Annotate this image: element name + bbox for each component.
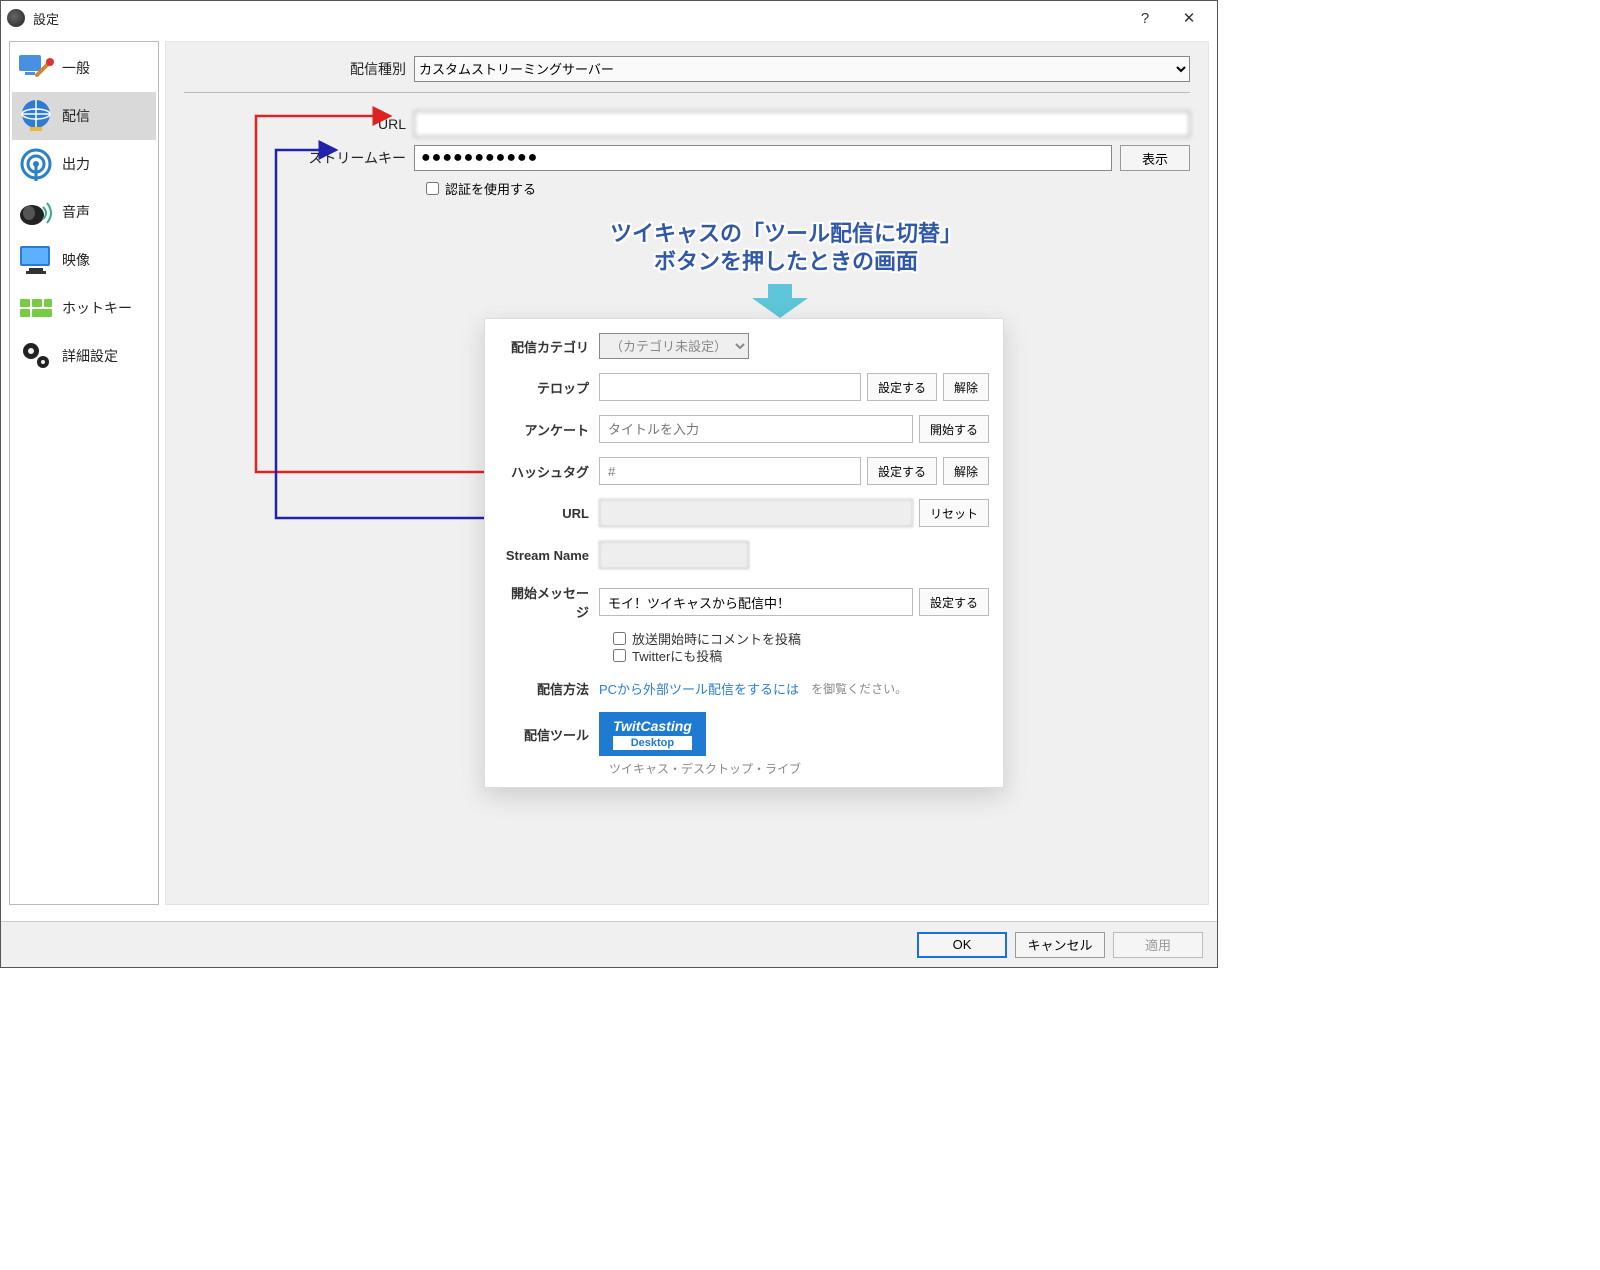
twc-url-label: URL (499, 506, 599, 521)
twc-hashtag-set-button[interactable]: 設定する (867, 457, 937, 485)
twc-poll-input[interactable] (599, 415, 913, 443)
help-button[interactable]: ? (1123, 3, 1167, 33)
twc-hashtag-input[interactable] (599, 457, 861, 485)
twc-telop-input[interactable] (599, 373, 861, 401)
twc-hashtag-clear-button[interactable]: 解除 (943, 457, 989, 485)
twc-post-twitter-label: Twitterにも投稿 (632, 646, 722, 665)
dialog-footer: OK キャンセル 適用 (1, 921, 1217, 967)
twitcasting-panel: 配信カテゴリ （カテゴリ未設定） テロップ 設定する 解除 アンケート 開始す (484, 318, 1004, 788)
antenna-icon (16, 144, 56, 184)
use-auth-label: 認証を使用する (445, 179, 536, 198)
sidebar-item-advanced[interactable]: 詳細設定 (12, 332, 156, 380)
twc-poll-start-button[interactable]: 開始する (919, 415, 989, 443)
sidebar-item-general[interactable]: 一般 (12, 44, 156, 92)
close-button[interactable]: ✕ (1167, 3, 1211, 33)
twc-poll-label: アンケート (499, 420, 599, 439)
apply-button[interactable]: 適用 (1113, 932, 1203, 958)
titlebar: 設定 ? ✕ (1, 1, 1217, 35)
twc-telop-clear-button[interactable]: 解除 (943, 373, 989, 401)
twc-message-set-button[interactable]: 設定する (919, 588, 989, 616)
speaker-icon (16, 192, 56, 232)
service-label: 配信種別 (184, 59, 414, 79)
twc-telop-label: テロップ (499, 378, 599, 397)
twc-method-label: 配信方法 (499, 679, 599, 698)
twc-message-label: 開始メッセージ (499, 583, 599, 621)
monitor-wrench-icon (16, 48, 56, 88)
sidebar-item-video[interactable]: 映像 (12, 236, 156, 284)
sidebar-item-label: 音声 (62, 202, 90, 222)
window-title: 設定 (33, 9, 59, 28)
sidebar-item-label: 映像 (62, 250, 90, 270)
url-input[interactable] (414, 111, 1190, 137)
twc-streamname-label: Stream Name (499, 548, 599, 563)
service-select[interactable]: カスタムストリーミングサーバー (414, 56, 1190, 82)
sidebar-item-label: 配信 (62, 106, 90, 126)
separator (184, 92, 1190, 93)
twc-category-select[interactable]: （カテゴリ未設定） (599, 333, 749, 359)
twc-url-reset-button[interactable]: リセット (919, 499, 989, 527)
twc-streamname-input[interactable] (599, 541, 749, 569)
ok-button[interactable]: OK (917, 932, 1007, 958)
use-auth-checkbox[interactable] (426, 182, 439, 195)
cancel-button[interactable]: キャンセル (1015, 932, 1105, 958)
sidebar-item-audio[interactable]: 音声 (12, 188, 156, 236)
gears-icon (16, 336, 56, 376)
twc-method-link[interactable]: PCから外部ツール配信をするには (599, 679, 799, 698)
sidebar-item-label: 一般 (62, 58, 90, 78)
twc-url-input[interactable] (599, 499, 913, 527)
app-icon (7, 9, 25, 27)
url-label: URL (184, 116, 414, 132)
sidebar-item-label: 詳細設定 (62, 346, 118, 366)
twc-telop-set-button[interactable]: 設定する (867, 373, 937, 401)
twitcasting-desktop-badge[interactable]: TwitCasting Desktop (599, 712, 706, 756)
twc-tool-caption: ツイキャス・デスクトップ・ライブ (609, 760, 989, 777)
twc-hashtag-label: ハッシュタグ (499, 462, 599, 481)
twc-method-tail: を御覧ください。 (811, 680, 907, 697)
sidebar-item-hotkeys[interactable]: ホットキー (12, 284, 156, 332)
globe-icon (16, 96, 56, 136)
monitor-icon (16, 240, 56, 280)
twc-post-twitter-checkbox[interactable] (613, 649, 626, 662)
twc-tool-label: 配信ツール (499, 725, 599, 744)
show-key-button[interactable]: 表示 (1120, 145, 1190, 171)
keyboard-icon (16, 288, 56, 328)
stream-key-input[interactable] (414, 145, 1112, 171)
annotation-text: ツイキャスの「ツール配信に切替」 ボタンを押したときの画面 (526, 220, 1046, 275)
sidebar-item-output[interactable]: 出力 (12, 140, 156, 188)
sidebar-item-label: 出力 (62, 154, 90, 174)
settings-sidebar: 一般 配信 出力 音声 (9, 41, 159, 905)
arrow-down-icon (750, 282, 810, 320)
twc-post-comment-checkbox[interactable] (613, 632, 626, 645)
twc-message-input[interactable] (599, 588, 913, 616)
sidebar-item-stream[interactable]: 配信 (12, 92, 156, 140)
twc-category-label: 配信カテゴリ (499, 337, 599, 356)
settings-panel-stream: 配信種別 カスタムストリーミングサーバー URL ストリームキー 表示 (165, 41, 1209, 905)
stream-key-label: ストリームキー (184, 148, 414, 168)
sidebar-item-label: ホットキー (62, 298, 132, 318)
